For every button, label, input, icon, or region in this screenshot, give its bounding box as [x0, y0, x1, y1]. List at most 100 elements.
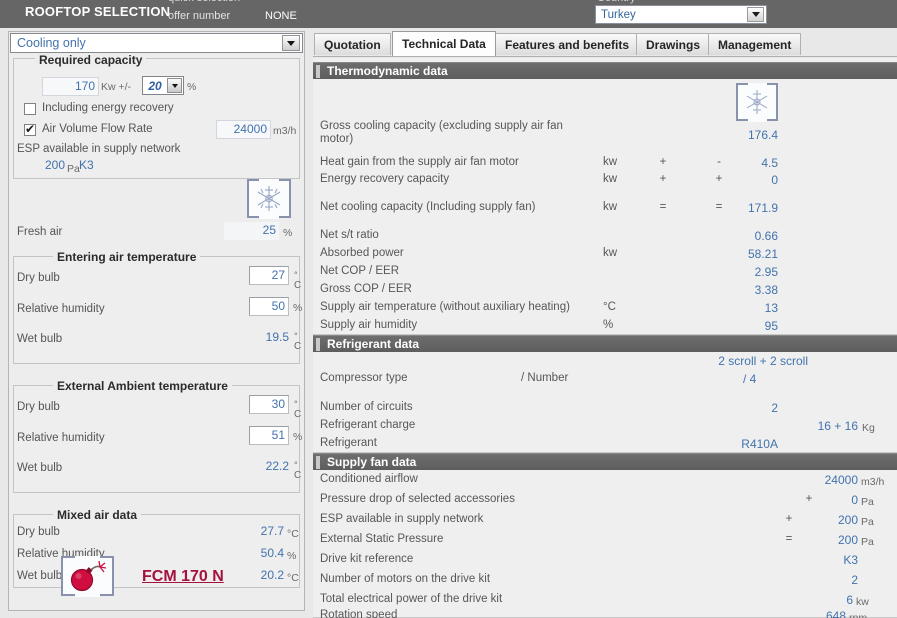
mixed-wet-bulb-value: 20.2 — [260, 568, 284, 582]
tab-features-and-benefits[interactable]: Features and benefits — [495, 33, 640, 55]
rotation-speed-unit: rpm — [849, 612, 868, 618]
energy-recovery-capacity-label: Energy recovery capacity — [320, 173, 450, 185]
pressure-drop-unit: Pa — [861, 496, 874, 508]
snowflake-icon — [247, 178, 291, 219]
chevron-down-icon[interactable] — [747, 7, 764, 22]
selected-unit-name[interactable]: FCM 170 N — [142, 568, 224, 586]
esp-value: 200 — [44, 158, 65, 172]
fresh-air-label: Fresh air — [17, 226, 63, 238]
external-static-pressure-unit: Pa — [861, 536, 874, 548]
mixed-air-title: Mixed air data — [53, 508, 142, 522]
thermodynamic-section-header: Thermodynamic data — [313, 62, 897, 79]
pressure-drop-label: Pressure drop of selected accessories — [320, 493, 515, 505]
air-volume-input[interactable]: 24000 — [216, 120, 271, 139]
air-volume-checkbox[interactable] — [24, 122, 36, 136]
quick-selection-label: quick selection — [168, 0, 240, 4]
rooftop-selection-window: ROOFTOP SELECTION quick selection offer … — [0, 0, 897, 618]
external-ambient-title: External Ambient temperature — [53, 379, 232, 393]
tab-technical-data[interactable]: Technical Data — [392, 31, 496, 56]
compressor-number-label: / Number — [521, 372, 569, 384]
pressure-drop-value: 0 — [851, 493, 858, 507]
mixed-wet-bulb-label: Wet bulb — [17, 570, 63, 582]
required-capacity-unit: Kw +/- — [101, 81, 132, 93]
tab-quotation[interactable]: Quotation — [314, 33, 391, 55]
esp-label: ESP available in supply network — [17, 143, 181, 155]
top-header-bar: ROOFTOP SELECTION quick selection offer … — [0, 0, 897, 28]
gross-cooling-capacity-value: 176.4 — [747, 128, 778, 142]
external-static-pressure-value: 200 — [837, 533, 858, 547]
absorbed-power-value: 58.21 — [747, 247, 778, 261]
air-volume-label: Air Volume Flow Rate — [42, 123, 153, 135]
tab-management[interactable]: Management — [708, 33, 802, 55]
net-st-ratio-value: 0.66 — [754, 229, 778, 243]
technical-data-panel: Thermodynamic data Gross cooling capacit… — [313, 58, 897, 618]
energy-recovery-checkbox[interactable] — [24, 103, 36, 115]
net-cooling-capacity-unit: kw — [603, 201, 618, 213]
absorbed-power-label: Absorbed power — [320, 247, 404, 259]
country-select[interactable]: Turkey — [595, 5, 767, 24]
energy-recovery-capacity-unit: kw — [603, 173, 618, 185]
supply-air-temperature-unit: °C — [603, 301, 616, 313]
refrigerant-label: Refrigerant — [320, 437, 377, 449]
external-rh-unit: % — [293, 431, 303, 443]
section-accent — [316, 338, 320, 351]
page-title: ROOFTOP SELECTION — [25, 4, 171, 19]
external-static-pressure-op: = — [785, 533, 793, 545]
fresh-air-input[interactable]: 25 — [224, 222, 279, 240]
heat-gain-op2: - — [717, 156, 721, 168]
supply-air-temperature-label: Supply air temperature (without auxiliar… — [320, 301, 570, 313]
external-static-pressure-label: External Static Pressure — [320, 533, 444, 545]
net-cooling-capacity-value: 171.9 — [747, 201, 778, 215]
fresh-air-unit: % — [283, 227, 293, 239]
absorbed-power-unit: kw — [603, 247, 618, 259]
tolerance-unit: % — [187, 81, 197, 93]
net-cooling-capacity-op2: = — [715, 201, 723, 213]
chevron-down-icon[interactable] — [282, 35, 300, 51]
entering-wet-bulb-value: 19.5 — [265, 330, 289, 344]
esp-available-label: ESP available in supply network — [320, 513, 484, 525]
mixed-rh-unit: % — [287, 550, 297, 562]
thermodynamic-section-title: Thermodynamic data — [327, 64, 448, 78]
number-of-motors-label: Number of motors on the drive kit — [320, 573, 491, 585]
total-electrical-power-unit: kw — [856, 596, 869, 608]
operating-mode-select[interactable]: Cooling only — [10, 33, 303, 53]
mixed-rh-value: 50.4 — [260, 546, 284, 560]
rotation-speed-value: 648 — [825, 609, 846, 618]
total-electrical-power-value: 6 — [846, 593, 853, 607]
mixed-wet-bulb-unit: °C — [287, 572, 299, 584]
heat-gain-value: 4.5 — [761, 156, 778, 170]
conditioned-airflow-unit: m3/h — [861, 476, 885, 488]
net-cooling-capacity-op1: = — [659, 201, 667, 213]
refrigerant-charge-label: Refrigerant charge — [320, 419, 416, 431]
entering-wet-bulb-label: Wet bulb — [17, 333, 63, 345]
esp-available-op: + — [785, 513, 793, 525]
refrigerant-value: R410A — [741, 437, 778, 451]
refrigerant-charge-unit: Kg — [862, 422, 875, 434]
section-accent — [316, 456, 320, 469]
entering-dry-bulb-input[interactable]: 27 — [249, 266, 289, 285]
energy-recovery-label: Including energy recovery — [42, 102, 174, 114]
tab-drawings[interactable]: Drawings — [636, 33, 711, 55]
snowflake-icon — [736, 82, 778, 122]
chevron-down-icon[interactable] — [167, 78, 182, 93]
supply-air-humidity-label: Supply air humidity — [320, 319, 418, 331]
required-capacity-input[interactable]: 170 — [42, 77, 99, 96]
required-capacity-title: Required capacity — [35, 53, 147, 67]
net-st-ratio-label: Net s/t ratio — [320, 229, 379, 241]
external-dry-bulb-label: Dry bulb — [17, 401, 60, 413]
rotation-speed-label: Rotation speed — [320, 609, 398, 618]
bomb-icon — [61, 555, 114, 597]
heat-gain-unit: kw — [603, 156, 618, 168]
refrigerant-charge-value: 16 + 16 — [817, 419, 858, 433]
entering-rh-input[interactable]: 50 — [249, 297, 289, 316]
tolerance-select[interactable]: 20 — [142, 76, 184, 95]
supply-air-humidity-value: 95 — [764, 319, 778, 333]
refrigerant-section-title: Refrigerant data — [327, 337, 420, 351]
supply-fan-section-header: Supply fan data — [313, 453, 897, 470]
gross-cop-eer-label: Gross COP / EER — [320, 283, 412, 295]
section-accent — [316, 65, 320, 78]
conditioned-airflow-value: 24000 — [824, 473, 858, 487]
external-dry-bulb-input[interactable]: 30 — [249, 395, 289, 414]
supply-fan-section-title: Supply fan data — [327, 455, 417, 469]
external-rh-input[interactable]: 51 — [249, 426, 289, 445]
